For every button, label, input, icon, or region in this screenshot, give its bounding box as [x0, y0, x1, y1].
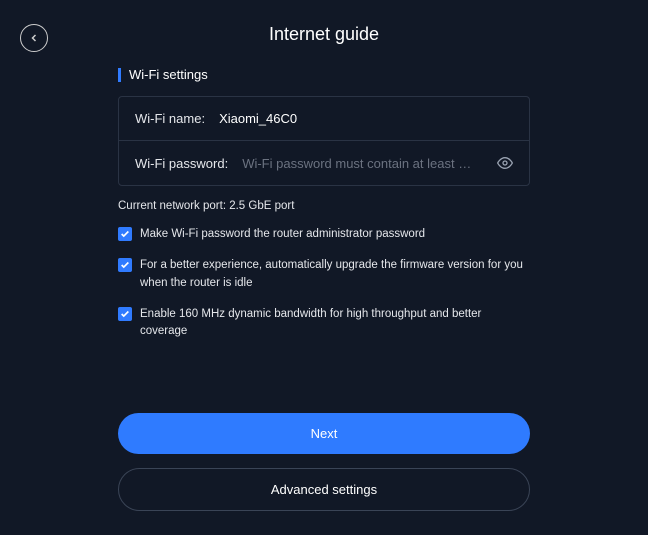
wifi-password-row: Wi-Fi password:: [119, 140, 529, 185]
next-button[interactable]: Next: [118, 413, 530, 454]
option-label: Make Wi-Fi password the router administr…: [140, 226, 425, 243]
port-info: Current network port: 2.5 GbE port: [118, 200, 530, 212]
eye-icon: [497, 155, 513, 171]
check-icon: [120, 229, 130, 239]
show-password-icon[interactable]: [497, 155, 513, 171]
wifi-name-label: Wi-Fi name:: [135, 111, 205, 126]
chevron-left-icon: [28, 32, 40, 44]
wifi-password-input[interactable]: [242, 156, 489, 171]
checkbox-160mhz[interactable]: [118, 307, 132, 321]
option-160mhz: Enable 160 MHz dynamic bandwidth for hig…: [118, 306, 530, 341]
wifi-password-label: Wi-Fi password:: [135, 156, 228, 171]
section-header: Wi-Fi settings: [118, 67, 530, 82]
check-icon: [120, 309, 130, 319]
wifi-fields: Wi-Fi name: Wi-Fi password:: [118, 96, 530, 186]
button-area: Next Advanced settings: [0, 413, 648, 511]
option-auto-upgrade: For a better experience, automatically u…: [118, 257, 530, 292]
checkbox-admin-password[interactable]: [118, 227, 132, 241]
check-icon: [120, 260, 130, 270]
page-title: Internet guide: [0, 0, 648, 45]
wifi-name-row: Wi-Fi name:: [119, 97, 529, 140]
back-button[interactable]: [20, 24, 48, 52]
option-admin-password: Make Wi-Fi password the router administr…: [118, 226, 530, 243]
checkbox-auto-upgrade[interactable]: [118, 258, 132, 272]
section-title: Wi-Fi settings: [129, 67, 208, 82]
wifi-name-input[interactable]: [219, 111, 513, 126]
option-label: Enable 160 MHz dynamic bandwidth for hig…: [140, 306, 530, 341]
accent-bar: [118, 68, 121, 82]
option-label: For a better experience, automatically u…: [140, 257, 530, 292]
advanced-settings-button[interactable]: Advanced settings: [118, 468, 530, 511]
